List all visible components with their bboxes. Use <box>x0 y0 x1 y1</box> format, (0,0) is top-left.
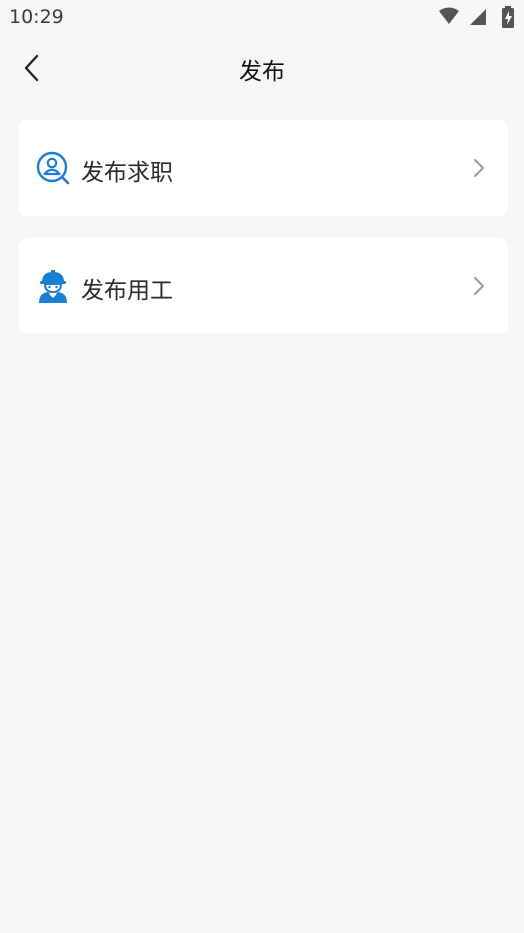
status-bar: 10:29 <box>0 0 524 36</box>
menu-item-job-seeking[interactable]: 发布求职 <box>18 120 508 216</box>
menu-item-hiring[interactable]: 发布用工 <box>18 238 508 334</box>
chevron-right-icon <box>474 159 484 177</box>
worker-helmet-icon <box>39 270 67 303</box>
chevron-right-icon <box>474 277 484 295</box>
battery-charging-icon <box>502 6 514 28</box>
menu-item-label: 发布求职 <box>81 160 173 186</box>
job-seeker-icon <box>36 151 70 185</box>
menu-item-label: 发布用工 <box>81 278 173 304</box>
page-title: 发布 <box>239 59 285 85</box>
nav-bar: 发布 <box>0 36 524 98</box>
wifi-icon <box>439 7 459 24</box>
status-time: 10:29 <box>9 6 64 28</box>
signal-icon <box>470 9 486 25</box>
